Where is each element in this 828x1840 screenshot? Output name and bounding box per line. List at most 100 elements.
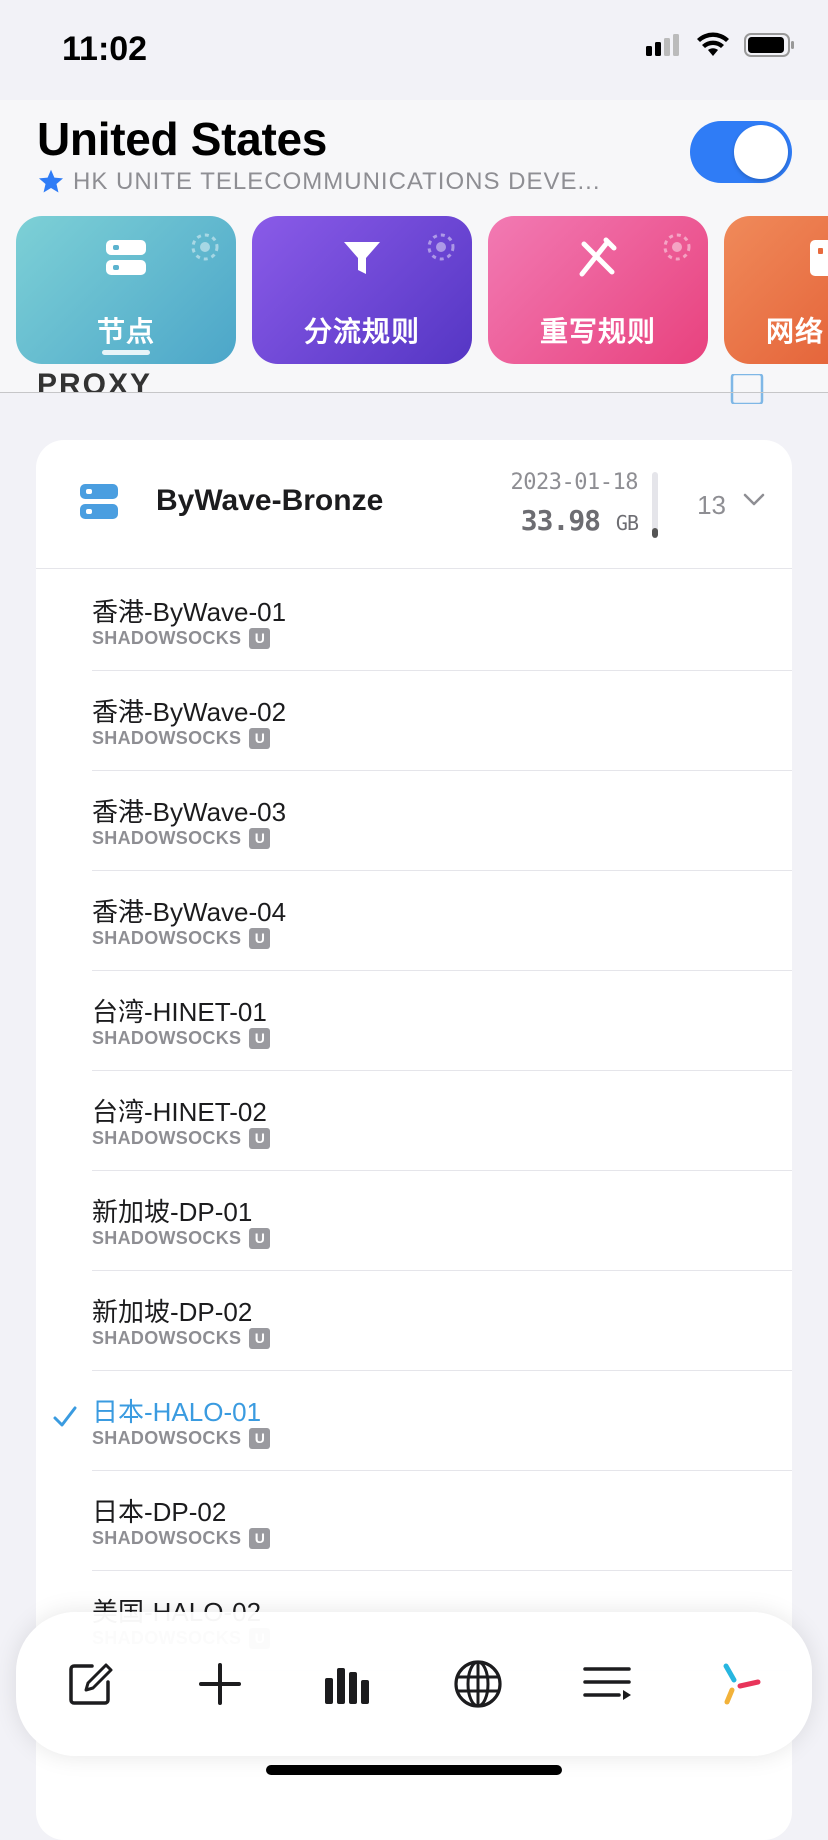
add-button[interactable] (192, 1656, 248, 1712)
globe-icon (454, 1660, 502, 1708)
node-row[interactable]: 台湾-HINET-01 SHADOWSOCKS U (92, 970, 792, 1071)
vpn-toggle[interactable] (690, 121, 792, 183)
page-title: United States (37, 113, 328, 165)
node-name: 新加坡-DP-02 (92, 1297, 253, 1327)
star-icon (38, 169, 64, 193)
node-protocol: SHADOWSOCKS (92, 928, 242, 948)
card-label: 节点 (96, 316, 155, 347)
node-row[interactable]: 新加坡-DP-01 SHADOWSOCKS U (92, 1170, 792, 1271)
node-type-row: SHADOWSOCKS U (92, 828, 271, 849)
group-name: ByWave-Bronze (156, 484, 384, 517)
node-row[interactable]: 新加坡-DP-02 SHADOWSOCKS U (92, 1270, 792, 1371)
node-type-row: SHADOWSOCKS U (92, 1328, 271, 1349)
udp-badge: U (249, 1228, 271, 1249)
app-logo-button[interactable] (712, 1656, 768, 1712)
server-icon (106, 240, 146, 275)
app-logo-icon (723, 1663, 761, 1705)
node-row[interactable]: 日本-HALO-01 SHADOWSOCKS U (53, 1370, 792, 1471)
node-row[interactable]: 香港-ByWave-03 SHADOWSOCKS U (92, 770, 792, 871)
node-protocol: SHADOWSOCKS (92, 728, 242, 748)
node-protocol: SHADOWSOCKS (92, 628, 242, 648)
feature-cards: 节点 分流规则 重写规则 网络 (16, 216, 828, 364)
status-time: 11:02 (62, 30, 148, 68)
node-row[interactable]: 日本-DP-02 SHADOWSOCKS U (92, 1470, 792, 1571)
stats-button[interactable] (320, 1656, 376, 1712)
wifi-icon (697, 32, 729, 56)
node-type-row: SHADOWSOCKS U (92, 728, 271, 749)
usage-value: 33.98 (520, 504, 601, 537)
node-name: 日本-HALO-01 (92, 1397, 262, 1427)
edit-button[interactable] (62, 1656, 118, 1712)
udp-badge: U (249, 1428, 271, 1449)
globe-button[interactable] (450, 1656, 506, 1712)
udp-badge: U (249, 1128, 271, 1149)
node-name: 香港-ByWave-03 (92, 797, 287, 827)
udp-badge: U (249, 728, 271, 749)
node-name: 新加坡-DP-01 (92, 1197, 253, 1227)
usage-bar (652, 472, 658, 538)
node-name: 台湾-HINET-01 (92, 997, 267, 1027)
node-protocol: SHADOWSOCKS (92, 1528, 242, 1548)
home-indicator (266, 1765, 562, 1775)
edit-icon (69, 1663, 113, 1705)
card-label: 网络 (766, 316, 825, 347)
section-action-icon[interactable] (730, 374, 764, 404)
node-row[interactable]: 香港-ByWave-04 SHADOWSOCKS U (92, 870, 792, 971)
loading-spinner-icon (191, 233, 219, 261)
node-type-row: SHADOWSOCKS U (92, 1128, 271, 1149)
group-header[interactable]: ByWave-Bronze 2023-01-18 33.98 GB 13 (36, 440, 792, 569)
card-nodes[interactable]: 节点 (16, 216, 236, 364)
udp-badge: U (249, 1528, 271, 1549)
chevron-down-icon[interactable] (742, 492, 766, 508)
card-routing-rules[interactable]: 分流规则 (252, 216, 472, 364)
node-name: 香港-ByWave-04 (92, 897, 287, 927)
udp-badge: U (249, 628, 271, 649)
traffic-usage: 33.98 GB (520, 504, 639, 537)
status-icons (646, 32, 796, 58)
udp-badge: U (249, 828, 271, 849)
node-name: 日本-DP-02 (92, 1497, 227, 1527)
node-name: 香港-ByWave-01 (92, 597, 287, 627)
card-network[interactable]: 网络 (724, 216, 828, 364)
node-type-row: SHADOWSOCKS U (92, 1028, 271, 1049)
node-name: 台湾-HINET-02 (92, 1097, 267, 1127)
pen-tool-icon (579, 237, 617, 277)
checkmark-icon (53, 1406, 77, 1427)
node-name: 香港-ByWave-02 (92, 697, 287, 727)
node-type-row: SHADOWSOCKS U (92, 928, 271, 949)
udp-badge: U (249, 1028, 271, 1049)
status-bar: 11:02 (0, 0, 828, 100)
node-row[interactable]: 香港-ByWave-02 SHADOWSOCKS U (92, 670, 792, 771)
subscription-date: 2023-01-18 (510, 470, 639, 495)
subtitle-text: HK UNITE TELECOMMUNICATIONS DEVE... (73, 168, 601, 195)
active-indicator (102, 350, 150, 355)
card-label: 重写规则 (539, 316, 656, 347)
header-divider (0, 392, 828, 393)
plus-icon (199, 1663, 241, 1705)
node-count: 13 (697, 490, 726, 520)
udp-badge: U (249, 928, 271, 949)
node-type-row: SHADOWSOCKS U (92, 1228, 271, 1249)
card-rewrite-rules[interactable]: 重写规则 (488, 216, 708, 364)
bottom-toolbar (16, 1612, 812, 1756)
node-protocol: SHADOWSOCKS (92, 1228, 242, 1248)
node-type-row: SHADOWSOCKS U (92, 1428, 271, 1449)
node-protocol: SHADOWSOCKS (92, 1028, 242, 1048)
toggle-knob (734, 125, 788, 179)
playlist-button[interactable] (580, 1656, 636, 1712)
network-icon (810, 240, 828, 276)
usage-unit: GB (615, 511, 639, 535)
card-label: 分流规则 (303, 316, 420, 347)
node-row[interactable]: 台湾-HINET-02 SHADOWSOCKS U (92, 1070, 792, 1171)
loading-spinner-icon (427, 233, 455, 261)
loading-spinner-icon (663, 233, 691, 261)
subtitle-row: HK UNITE TELECOMMUNICATIONS DEVE... (37, 168, 601, 196)
node-type-row: SHADOWSOCKS U (92, 628, 271, 649)
node-row[interactable]: 香港-ByWave-01 SHADOWSOCKS U (92, 570, 792, 671)
node-protocol: SHADOWSOCKS (92, 1128, 242, 1148)
node-protocol: SHADOWSOCKS (92, 1428, 242, 1448)
node-protocol: SHADOWSOCKS (92, 1328, 242, 1348)
usage-bar-fill (652, 528, 658, 538)
node-protocol: SHADOWSOCKS (92, 828, 242, 848)
playlist-icon (583, 1667, 631, 1700)
